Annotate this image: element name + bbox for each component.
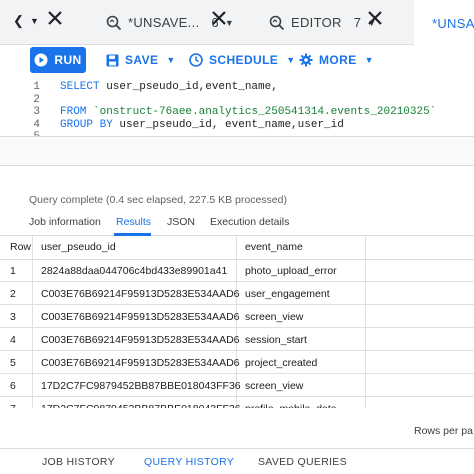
save-icon [106, 54, 119, 66]
query-icon [269, 15, 285, 30]
query-icon [106, 15, 122, 30]
row-number-cell: 5 [10, 357, 16, 369]
column-header-row: Row [10, 241, 32, 253]
bottom-panel: JOB HISTORY QUERY HISTORY SAVED QUERIES [0, 448, 474, 474]
line-number: 1 [33, 81, 40, 93]
tab-results[interactable]: Results [116, 216, 151, 228]
rows-per-page-label: Rows per pa [414, 425, 473, 437]
editor-footer [0, 136, 474, 166]
table-row: 6 17D2C7FC9879452BB87BBE018043FF36 screen_… [0, 375, 474, 397]
code-text: GROUP BY user_pseudo_id, event_name,user… [60, 119, 344, 132]
results-tabs: Job information Results JSON Execution d… [0, 210, 474, 236]
play-icon [34, 53, 48, 67]
line-number: 4 [33, 118, 40, 131]
tab-execution-details[interactable]: Execution details [210, 216, 289, 228]
event-name-cell: photo_upload_error [245, 265, 337, 277]
chevron-left-icon[interactable]: ❮ [13, 13, 24, 29]
tab-label: EDITOR [291, 15, 342, 30]
run-label: RUN [54, 53, 82, 67]
gear-icon [299, 53, 313, 67]
user-pseudo-id-cell: 17D2C7FC9879452BB87BBE018043FF36 [41, 380, 241, 392]
row-number-cell: 6 [10, 380, 16, 392]
tab-query-history[interactable]: QUERY HISTORY [144, 456, 234, 468]
table-row: 3 C003E76B69214F95913D5283E534AAD6 screen_… [0, 306, 474, 328]
tab-label: *UNSA [432, 15, 474, 31]
event-name-cell: user_engagement [245, 288, 330, 300]
user-pseudo-id-cell: C003E76B69214F95913D5283E534AAD6 [41, 311, 240, 323]
code-token: GROUP BY [60, 118, 113, 131]
code-token: FROM [60, 106, 87, 118]
user-pseudo-id-cell: 17D2C7FC9879452BB87BBE018043FF36 [41, 403, 241, 408]
user-pseudo-id-cell: C003E76B69214F95913D5283E534AAD6 [41, 334, 240, 346]
table-row: 4 C003E76B69214F95913D5283E534AAD6 session… [0, 329, 474, 351]
row-number-cell: 3 [10, 311, 16, 323]
tab-editor-7[interactable]: EDITOR 7 ▼ [269, 0, 376, 45]
code-token: user_pseudo_id,event_name, [99, 81, 278, 93]
table-row: 2 C003E76B69214F95913D5283E534AAD6 user_en… [0, 283, 474, 305]
event-name-cell: screen_view [245, 311, 304, 323]
event-name-cell: session_start [245, 334, 307, 346]
user-pseudo-id-cell: C003E76B69214F95913D5283E534AAD6 [41, 357, 240, 369]
caret-down-icon[interactable]: ▼ [30, 16, 39, 26]
row-number-cell: 1 [10, 265, 16, 277]
row-number-cell: 4 [10, 334, 16, 346]
event-name-cell: screen_view [245, 380, 304, 392]
tab-job-history[interactable]: JOB HISTORY [42, 456, 115, 468]
tab-job-information[interactable]: Job information [29, 216, 101, 228]
code-token: user_pseudo_id, event_name,user_id [112, 118, 344, 131]
more-button[interactable]: MORE ▼ [299, 47, 374, 73]
results-table: Row user_pseudo_id event_name 1 2824a88da… [0, 236, 474, 408]
user-pseudo-id-cell: C003E76B69214F95913D5283E534AAD6 [41, 288, 240, 300]
user-pseudo-id-cell: 2824a88daa044706c4bd433e89901a41 [41, 265, 228, 277]
tab-unsaved-active[interactable]: *UNSA [414, 0, 474, 46]
table-row: 5 C003E76B69214F95913D5283E534AAD6 project… [0, 352, 474, 374]
query-toolbar: RUN SAVE ▼ SCHEDULE ▼ MORE ▼ [0, 45, 474, 75]
table-row: 1 2824a88daa044706c4bd433e89901a41 photo_u… [0, 260, 474, 282]
code-token: `onstruct-76aee.analytics_250541314.even… [93, 106, 437, 118]
caret-down-icon: ▼ [286, 55, 296, 65]
column-header-event-name: event_name [245, 241, 303, 253]
sql-editor[interactable]: 1 SELECT user_pseudo_id,event_name, 2 3 FROM… [0, 78, 474, 136]
clock-icon [189, 53, 203, 67]
save-label: SAVE [125, 53, 159, 67]
tab-json[interactable]: JSON [167, 216, 195, 228]
code-text: FROM `onstruct-76aee.analytics_250541314… [60, 106, 436, 119]
query-status: Query complete (0.4 sec elapsed, 227.5 K… [29, 194, 287, 206]
code-token: SELECT [60, 81, 100, 93]
run-button[interactable]: RUN [30, 47, 86, 73]
tab-bar: ❮ ▼ *UNSAVE... 6 ▼ EDITOR 7 ▼ *UNSA [0, 0, 474, 46]
table-row: 7 17D2C7FC9879452BB87BBE018043FF36 profile… [0, 398, 474, 408]
schedule-button[interactable]: SCHEDULE ▼ [189, 47, 296, 73]
code-text: SELECT user_pseudo_id,event_name, [60, 81, 278, 94]
event-name-cell: profile_mobile_data [245, 403, 337, 408]
table-header: Row user_pseudo_id event_name [0, 236, 474, 260]
close-icon[interactable] [209, 8, 229, 28]
close-icon[interactable] [45, 8, 65, 28]
event-name-cell: project_created [245, 357, 318, 369]
tab-saved-queries[interactable]: SAVED QUERIES [258, 456, 347, 468]
row-number-cell: 2 [10, 288, 16, 300]
save-button[interactable]: SAVE ▼ [106, 47, 176, 73]
tab-number: 7 [353, 15, 362, 30]
close-icon[interactable] [365, 8, 385, 28]
caret-down-icon: ▼ [166, 55, 176, 65]
line-number: 2 [33, 93, 40, 106]
row-number-cell: 7 [10, 403, 16, 408]
tab-label: *UNSAVE... [128, 15, 200, 30]
schedule-label: SCHEDULE [209, 53, 279, 67]
caret-down-icon: ▼ [364, 55, 374, 65]
line-number: 3 [33, 106, 40, 118]
more-label: MORE [319, 53, 357, 67]
column-header-user-pseudo-id: user_pseudo_id [41, 241, 116, 253]
